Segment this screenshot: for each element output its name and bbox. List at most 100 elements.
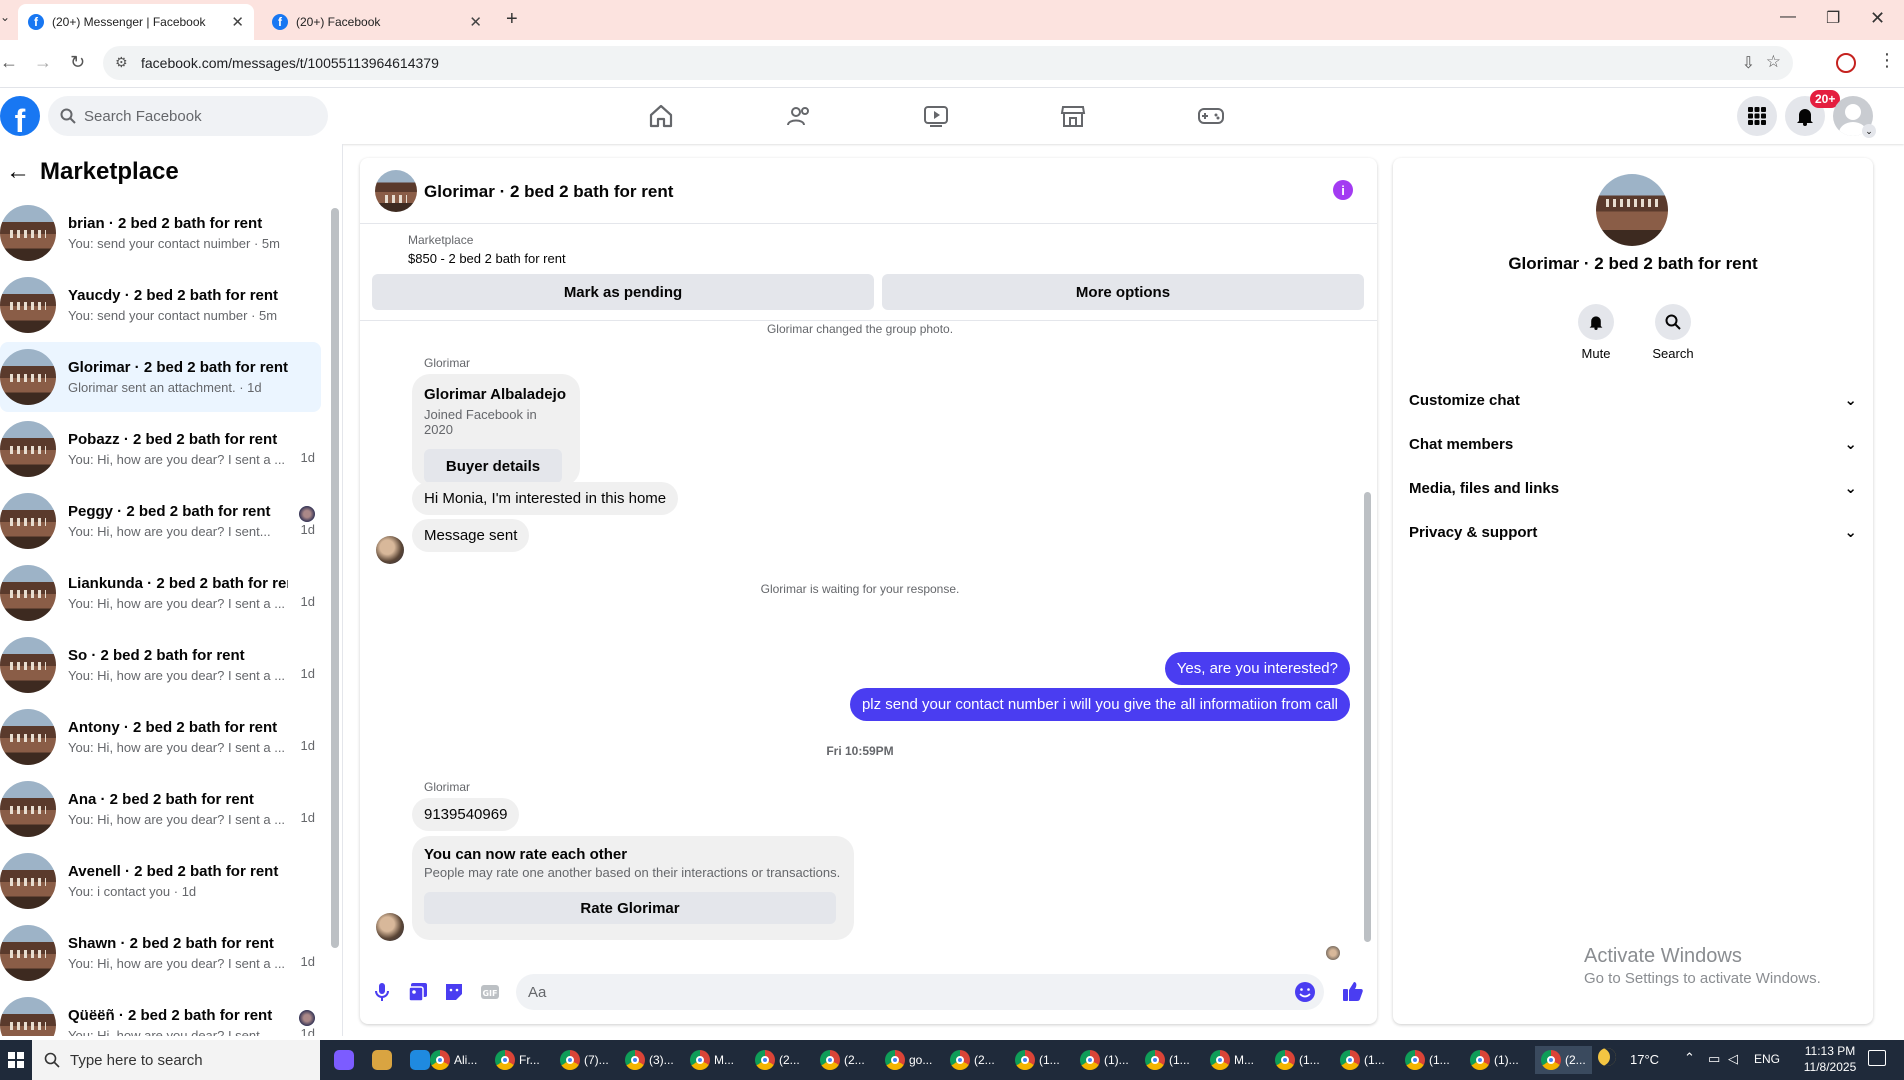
tray-chevron-icon[interactable]: ⌃ [1684,1050,1695,1066]
conversation-item[interactable]: So · 2 bed 2 bath for rent You: Hi, how a… [0,630,321,700]
like-thumb-icon[interactable] [1342,980,1364,1002]
section-privacy-support[interactable]: Privacy & support ⌄ [1409,514,1857,550]
microphone-icon[interactable] [374,982,390,1002]
account-chevron-icon[interactable]: ⌄ [1862,124,1876,138]
taskbar-app[interactable]: (1... [1340,1046,1385,1074]
back-icon[interactable]: ← [0,52,18,73]
section-customize-chat[interactable]: Customize chat ⌄ [1409,382,1857,418]
details-avatar[interactable] [1596,174,1668,246]
conversation-item[interactable]: Peggy · 2 bed 2 bath for rent You: Hi, ho… [0,486,321,556]
weather-temp[interactable]: 17°C [1630,1052,1659,1067]
conversation-item[interactable]: Antony · 2 bed 2 bath for rent You: Hi, h… [0,702,321,772]
back-arrow-icon[interactable]: ← [6,158,30,186]
conversation-item[interactable]: Liankunda · 2 bed 2 bath for rent You: Hi… [0,558,321,628]
chat-scrollbar[interactable] [1364,492,1371,942]
conversation-item[interactable]: Yaucdy · 2 bed 2 bath for rent You: send … [0,270,321,340]
mark-pending-button[interactable]: Mark as pending [372,274,874,310]
message-input[interactable]: Aa [516,974,1324,1010]
menu-grid-button[interactable] [1737,96,1777,136]
listing-title[interactable]: $850 - 2 bed 2 bath for rent [408,251,566,266]
close-tab-icon[interactable]: ✕ [231,13,244,31]
buyer-details-button[interactable]: Buyer details [424,449,562,483]
info-icon[interactable]: i [1333,180,1353,200]
new-tab-icon[interactable]: + [506,8,518,31]
more-options-button[interactable]: More options [882,274,1364,310]
address-bar[interactable]: ⚙ facebook.com/messages/t/10055113964614… [103,46,1793,80]
nav-friends-icon[interactable] [782,100,816,132]
language-indicator[interactable]: ENG [1754,1052,1780,1066]
edge-icon[interactable] [410,1050,430,1070]
taskbar-search[interactable]: Type here to search [32,1040,320,1080]
facebook-search[interactable]: Search Facebook [48,96,328,136]
tray-volume-icon[interactable]: ◁ [1728,1051,1738,1067]
tab-facebook[interactable]: f (20+) Facebook ✕ [262,4,492,40]
nav-home-icon[interactable] [644,100,678,132]
notification-center-icon[interactable] [1868,1050,1886,1066]
sender-avatar[interactable] [376,913,404,941]
message-bubble[interactable]: 9139540969 [412,798,520,831]
sticker-icon[interactable] [444,982,464,1002]
taskbar-app[interactable]: (2... [950,1046,995,1074]
sender-avatar[interactable] [376,536,404,564]
tab-messenger[interactable]: f (20+) Messenger | Facebook ✕ [18,4,254,40]
taskbar-app[interactable]: (7)... [560,1046,609,1074]
taskbar-app[interactable]: (1)... [1080,1046,1129,1074]
taskbar-app[interactable]: go... [885,1046,932,1074]
minimize-icon[interactable]: — [1780,8,1796,26]
taskbar-app[interactable]: (2... [820,1046,865,1074]
conversation-item[interactable]: brian · 2 bed 2 bath for rent You: send y… [0,198,321,268]
outgoing-message[interactable]: Yes, are you interested? [1164,652,1350,685]
taskbar-app[interactable]: M... [1210,1046,1254,1074]
windows-start-icon[interactable] [8,1052,24,1068]
mute-button[interactable]: Mute [1576,304,1616,361]
facebook-logo[interactable]: f [0,96,40,136]
section-media-files[interactable]: Media, files and links ⌄ [1409,470,1857,506]
conversation-item[interactable]: Ana · 2 bed 2 bath for rent You: Hi, how … [0,774,321,844]
copilot-icon[interactable] [334,1050,354,1070]
taskbar-app[interactable]: (2... [1535,1046,1592,1074]
taskbar-app[interactable]: (2... [755,1046,800,1074]
taskbar-app[interactable]: Fr... [495,1046,540,1074]
taskbar-app[interactable]: M... [690,1046,734,1074]
conversation-item[interactable]: Avenell · 2 bed 2 bath for rent You: i co… [0,846,321,916]
conversation-item[interactable]: Pobazz · 2 bed 2 bath for rent You: Hi, h… [0,414,321,484]
taskbar-app[interactable]: (3)... [625,1046,674,1074]
nav-marketplace-icon[interactable] [1056,100,1090,132]
taskbar-app[interactable]: (1... [1405,1046,1450,1074]
taskbar-app[interactable]: Ali... [430,1046,477,1074]
forward-icon[interactable]: → [34,52,52,73]
profile-icon[interactable] [1836,53,1856,73]
gif-icon[interactable]: GIF [480,982,500,1002]
site-info-icon[interactable]: ⚙ [115,54,128,71]
taskbar-app[interactable]: (1... [1015,1046,1060,1074]
tab-list-chevron-icon[interactable]: ⌄ [0,10,10,24]
rate-glorimar-button[interactable]: Rate Glorimar [424,892,836,924]
sidebar-scrollbar[interactable] [331,208,339,948]
chat-title[interactable]: Glorimar · 2 bed 2 bath for rent [424,182,673,202]
message-bubble[interactable]: Hi Monia, I'm interested in this home [412,482,679,515]
tray-network-icon[interactable]: ▭ [1708,1051,1720,1067]
restore-icon[interactable]: ❐ [1826,8,1840,28]
shell-app-icon[interactable] [372,1050,392,1070]
browser-menu-icon[interactable]: ⋮ [1878,50,1896,71]
photo-icon[interactable] [408,982,428,1002]
conversation-item[interactable]: Glorimar · 2 bed 2 bath for rent Glorimar… [0,342,321,412]
taskbar-app[interactable]: (1)... [1470,1046,1519,1074]
taskbar-app[interactable]: (1... [1145,1046,1190,1074]
install-app-icon[interactable]: ⇩ [1742,53,1755,73]
message-bubble[interactable]: Message sent [412,519,530,552]
conversation-item[interactable]: Qüëëñ · 2 bed 2 bath for rent You: Hi, ho… [0,990,321,1036]
weather-moon-icon[interactable] [1598,1048,1616,1066]
section-chat-members[interactable]: Chat members ⌄ [1409,426,1857,462]
nav-gaming-icon[interactable] [1194,100,1228,132]
emoji-icon[interactable] [1294,981,1316,1003]
taskbar-app[interactable]: (1... [1275,1046,1320,1074]
reload-icon[interactable]: ↻ [70,52,85,73]
clock[interactable]: 11:13 PM 11/8/2025 [1800,1044,1860,1074]
close-tab-icon[interactable]: ✕ [469,13,482,31]
outgoing-message[interactable]: plz send your contact number i will you … [849,688,1350,721]
conversation-item[interactable]: Shawn · 2 bed 2 bath for rent You: Hi, ho… [0,918,321,988]
nav-watch-icon[interactable] [919,100,953,132]
search-conversation-button[interactable]: Search [1643,304,1703,361]
close-window-icon[interactable]: ✕ [1870,8,1885,29]
